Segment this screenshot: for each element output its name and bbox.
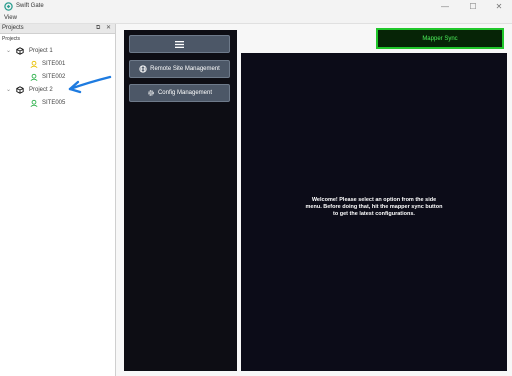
- projects-panel: Projects ⧉ ✕ Projects ⌄ Project 1 SITE00…: [0, 24, 116, 376]
- menu-toggle-button[interactable]: [129, 35, 230, 53]
- cube-icon: [16, 86, 24, 94]
- title-bar: Swift Gate — ☐ ✕: [0, 0, 512, 14]
- projects-panel-title: Projects: [2, 25, 24, 31]
- tree-item-project-1[interactable]: ⌄ Project 1: [6, 46, 106, 56]
- site-pin-icon: [30, 73, 38, 81]
- mapper-sync-button[interactable]: Mapper Sync: [376, 28, 504, 49]
- hamburger-icon: [175, 40, 184, 48]
- site-label: SITE002: [42, 74, 66, 80]
- main-panel: Welcome! Please select an option from th…: [241, 53, 507, 371]
- close-button[interactable]: ✕: [486, 0, 512, 14]
- app-logo-icon: [4, 2, 13, 11]
- site-label: SITE005: [42, 100, 66, 106]
- site-label: SITE001: [42, 61, 66, 67]
- projects-panel-header: Projects ⧉ ✕: [0, 24, 115, 34]
- menu-bar: View: [0, 14, 512, 24]
- close-panel-button[interactable]: ✕: [106, 25, 111, 32]
- annotation-arrow-icon: [68, 75, 112, 94]
- site-pin-icon: [30, 60, 38, 68]
- welcome-message: Welcome! Please select an option from th…: [305, 197, 443, 217]
- side-menu: Remote Site Management Config Management: [124, 30, 237, 371]
- float-panel-button[interactable]: ⧉: [96, 25, 100, 32]
- globe-icon: [139, 65, 147, 73]
- tree-item-site001[interactable]: SITE001: [30, 59, 90, 69]
- tree-item-site005[interactable]: SITE005: [30, 98, 90, 108]
- chevron-down-icon[interactable]: ⌄: [6, 85, 11, 95]
- project-label: Project 1: [29, 48, 53, 54]
- window-title: Swift Gate: [16, 3, 44, 9]
- menu-view[interactable]: View: [4, 15, 17, 22]
- gear-icon: [148, 90, 154, 96]
- minimize-button[interactable]: —: [432, 0, 458, 14]
- remote-site-management-label: Remote Site Management: [150, 66, 220, 72]
- site-pin-icon: [30, 99, 38, 107]
- config-management-label: Config Management: [157, 90, 213, 96]
- tree-caption: Projects: [2, 36, 21, 42]
- maximize-button[interactable]: ☐: [460, 0, 486, 14]
- chevron-down-icon[interactable]: ⌄: [6, 46, 11, 56]
- cube-icon: [16, 47, 24, 55]
- config-management-button[interactable]: Config Management: [129, 84, 230, 102]
- project-label: Project 2: [29, 87, 53, 93]
- remote-site-management-button[interactable]: Remote Site Management: [129, 60, 230, 78]
